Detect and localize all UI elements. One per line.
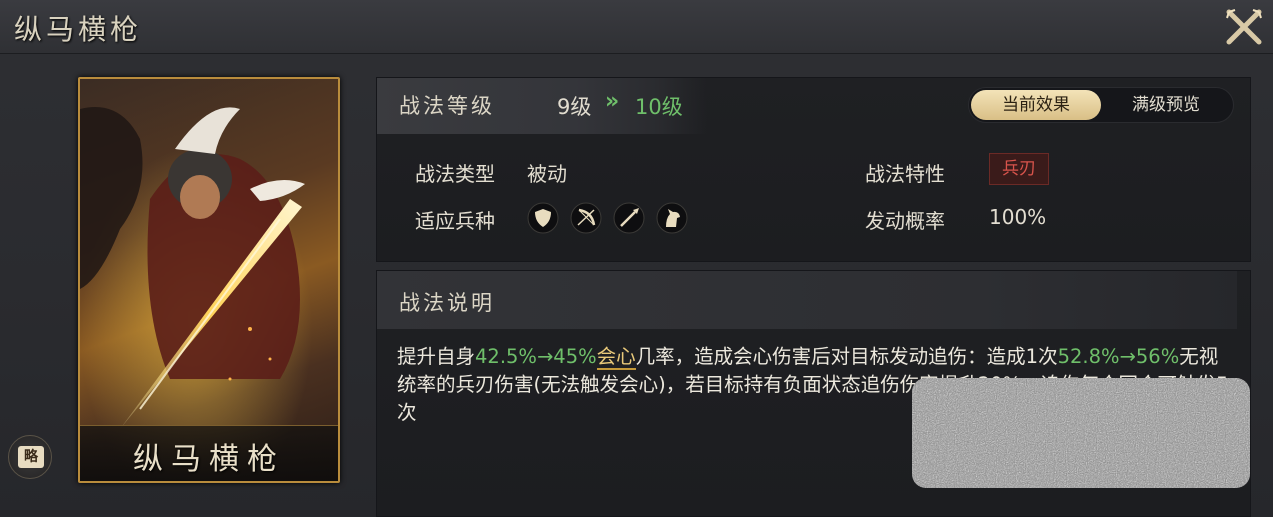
level-current: 9级: [557, 95, 592, 119]
skill-type-value: 被动: [527, 162, 567, 186]
description-title: 战法说明: [399, 291, 495, 315]
level-upgrade-arrow: »: [605, 89, 620, 114]
bow-icon: [570, 202, 602, 234]
level-next: 10级: [635, 95, 683, 119]
skill-card: 纵马横枪: [78, 77, 340, 483]
shield-icon: [527, 202, 559, 234]
skill-trait-badge: 兵刃: [989, 153, 1049, 185]
description-header: 战法说明: [377, 271, 1237, 329]
card-name-plate: 纵马横枪: [80, 425, 338, 481]
trigger-chance-label: 发动概率: [865, 209, 945, 233]
close-button[interactable]: [1223, 6, 1265, 48]
trigger-chance-value: 100%: [989, 205, 1047, 229]
horse-icon: [656, 202, 688, 234]
keyword-crit[interactable]: 会心: [596, 345, 636, 370]
crit-rate-upgrade: 42.5%→45%: [475, 345, 597, 368]
effect-view-toggle[interactable]: 当前效果 满级预览: [968, 87, 1234, 123]
page-title: 纵马横枪: [14, 13, 143, 46]
skill-type-label: 战法类型: [415, 162, 495, 186]
skill-attributes-panel: 战法等级 9级 » 10级 当前效果 满级预览 战法类型 被动 战法特性 兵刃 …: [376, 77, 1251, 262]
troop-types-label: 适应兵种: [415, 209, 495, 233]
level-header: 战法等级 9级 » 10级: [377, 78, 707, 134]
card-name: 纵马横枪: [133, 442, 285, 477]
damage-rate-upgrade: 52.8%→56%: [1057, 345, 1180, 368]
description-part-1: 提升自身: [397, 345, 476, 368]
close-icon: [1226, 9, 1262, 45]
description-part-2: 几率，造成会心伤害后对目标发动追伤：造成1次: [635, 345, 1058, 368]
tab-max-level-preview[interactable]: 满级预览: [1103, 90, 1229, 120]
level-label: 战法等级: [399, 94, 495, 118]
strategy-button[interactable]: 略: [8, 435, 52, 479]
card-artwork: [80, 79, 338, 481]
spear-icon: [613, 202, 645, 234]
title-bar: 纵马横枪: [0, 0, 1273, 54]
obscured-overlay: [912, 378, 1250, 488]
skill-trait-label: 战法特性: [865, 162, 945, 186]
tab-current-effect[interactable]: 当前效果: [971, 90, 1101, 120]
strategy-badge: 略: [18, 446, 44, 468]
